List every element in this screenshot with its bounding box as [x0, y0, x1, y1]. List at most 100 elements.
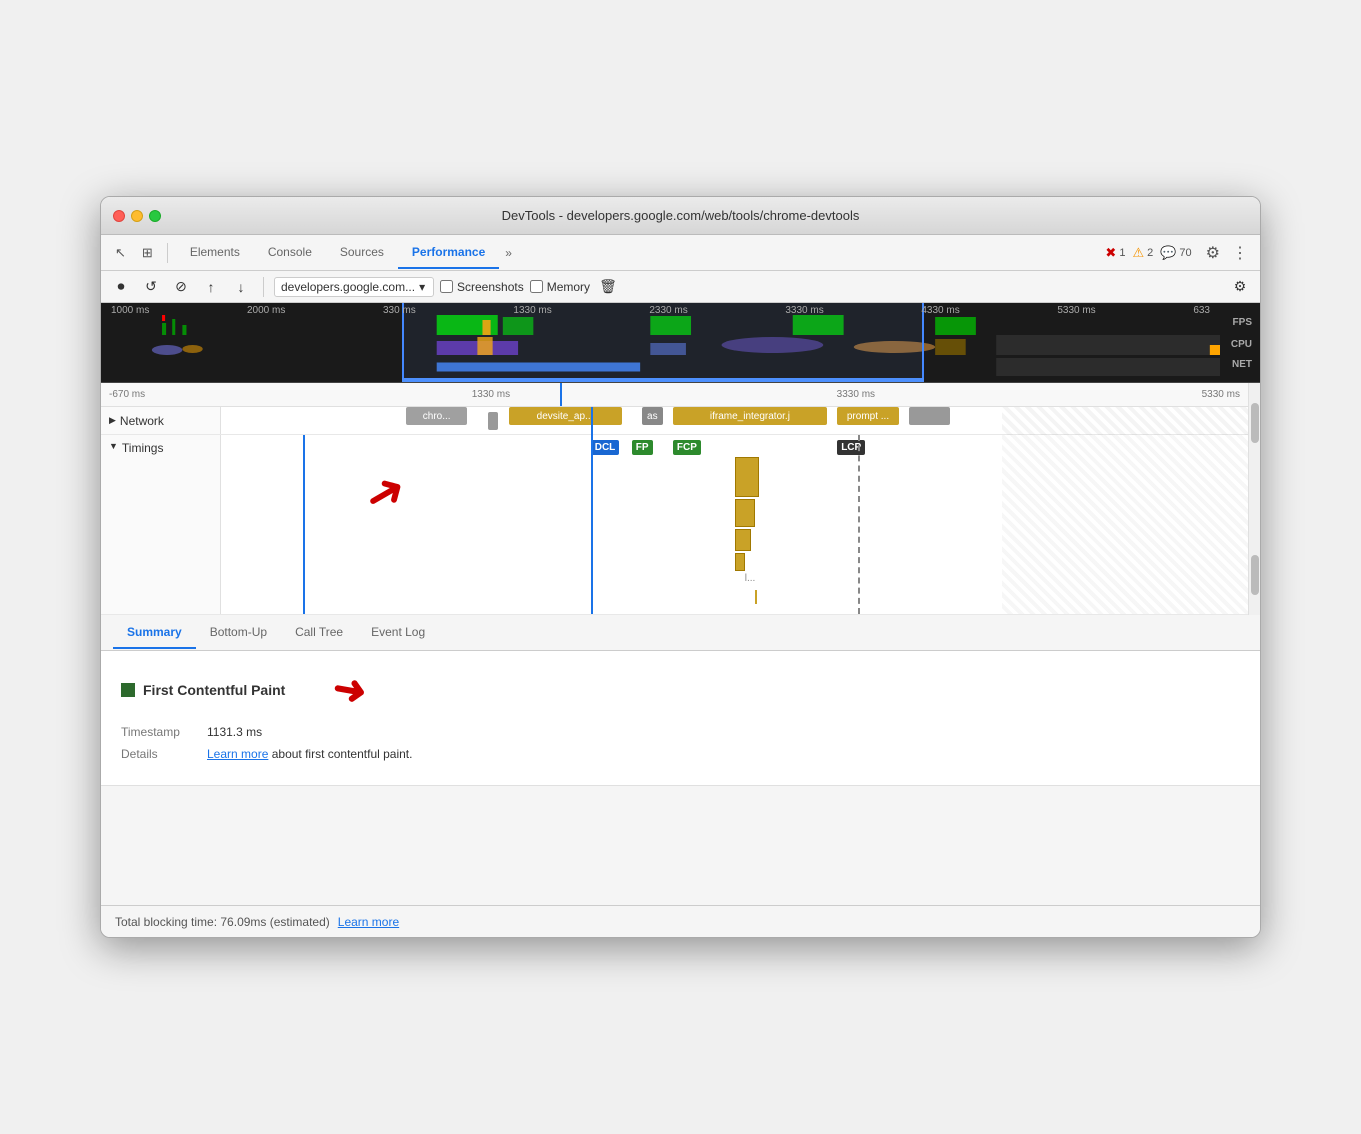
refresh-record-button[interactable]: ↺	[139, 275, 163, 299]
more-options-button[interactable]: ⋮	[1228, 239, 1252, 267]
network-cursor-line	[591, 407, 593, 435]
fcp-color-box	[121, 683, 135, 697]
net-block-prompt-label: prompt ...	[847, 411, 889, 422]
timeline-cursor-line	[560, 383, 562, 406]
selection-bar	[402, 378, 924, 382]
triangle-down-icon[interactable]: ▼	[109, 441, 118, 451]
timings-timeline-row: ▼ Timings DCL FP FCP	[101, 435, 1248, 615]
close-button[interactable]	[113, 210, 125, 222]
network-row-content: chro... devsite_ap... as iframe_integrat…	[221, 407, 1248, 435]
tab-sources[interactable]: Sources	[326, 237, 398, 269]
summary-details-row: Details Learn more about first contentfu…	[121, 747, 1240, 761]
window-title: DevTools - developers.google.com/web/too…	[502, 208, 860, 223]
message-count: 70	[1179, 247, 1191, 259]
timing-text-l: l...	[745, 573, 756, 584]
status-text: Total blocking time: 76.09ms (estimated)	[115, 915, 330, 929]
bottom-tabs: Summary Bottom-Up Call Tree Event Log	[101, 615, 1260, 651]
timing-bar-1	[735, 457, 759, 497]
tab-event-log[interactable]: Event Log	[357, 617, 439, 649]
hatched-region	[1002, 407, 1248, 435]
timings-label: Timings	[122, 441, 164, 455]
tab-call-tree[interactable]: Call Tree	[281, 617, 357, 649]
timing-bar-2	[735, 499, 755, 527]
timings-hatched	[1002, 435, 1248, 614]
more-tabs-button[interactable]: »	[499, 238, 518, 268]
net-block-prompt[interactable]: prompt ...	[837, 407, 899, 425]
performance-toolbar: ⏺ ↺ ⊘ ↑ ↓ developers.google.com... ▾ Scr…	[101, 271, 1260, 303]
tab-navigation: Elements Console Sources Performance »	[176, 237, 518, 269]
net-block-as[interactable]: as	[642, 407, 663, 425]
left-blue-bar	[303, 435, 305, 614]
net-block-iframe-label: iframe_integrator.j	[710, 411, 790, 422]
timeline-area-wrapper: -670 ms 1330 ms 3330 ms 5330 ms ▶ Networ…	[101, 383, 1260, 615]
red-arrow-timings: ➜	[353, 459, 416, 528]
cpu-label: CPU	[1231, 339, 1252, 350]
capture-settings-button[interactable]: ⚙	[1228, 275, 1252, 299]
net-block-grey[interactable]	[909, 407, 950, 425]
ruler-2330: 2330 ms	[649, 305, 687, 316]
url-display: developers.google.com... ▾	[274, 277, 434, 297]
scroll-thumb-top[interactable]	[1251, 403, 1259, 443]
lcp-label: LCP	[837, 440, 865, 455]
status-bar: Total blocking time: 76.09ms (estimated)…	[101, 905, 1260, 937]
net-block-as-label: as	[647, 411, 658, 422]
minimize-button[interactable]	[131, 210, 143, 222]
net-block-devsite-label: devsite_ap...	[537, 411, 594, 422]
title-bar: DevTools - developers.google.com/web/too…	[101, 197, 1260, 235]
net-block-chrome[interactable]: chro...	[406, 407, 468, 425]
trash-button[interactable]: 🗑	[596, 275, 620, 299]
warning-count: 2	[1147, 247, 1153, 259]
learn-more-link[interactable]: Learn more	[207, 747, 268, 761]
dcl-marker: DCL	[591, 439, 620, 453]
screenshots-checkbox-label[interactable]: Screenshots	[440, 280, 524, 294]
fcp-marker: FCP	[673, 439, 701, 453]
tab-bottom-up[interactable]: Bottom-Up	[196, 617, 281, 649]
stop-button[interactable]: ⊘	[169, 275, 193, 299]
lcp-marker: LCP	[837, 439, 865, 453]
toolbar-divider-1	[167, 243, 168, 263]
tab-elements[interactable]: Elements	[176, 237, 254, 269]
ruler-5330: 5330 ms	[1202, 389, 1240, 400]
warning-icon: ⚠	[1132, 245, 1144, 261]
screenshots-checkbox[interactable]	[440, 280, 453, 293]
devtools-window: DevTools - developers.google.com/web/too…	[100, 196, 1261, 938]
record-button[interactable]: ⏺	[109, 275, 133, 299]
lcp-dashed-line	[858, 435, 860, 614]
net-block-iframe[interactable]: iframe_integrator.j	[673, 407, 827, 425]
url-text: developers.google.com...	[281, 280, 415, 294]
network-label: Network	[120, 414, 164, 428]
timings-cursor-line	[591, 435, 593, 614]
settings-button[interactable]: ⚙	[1202, 239, 1224, 267]
dcl-label: DCL	[591, 440, 620, 455]
fp-label: FP	[632, 440, 653, 455]
layers-button[interactable]: ⊞	[136, 241, 159, 265]
triangle-right-icon[interactable]: ▶	[109, 415, 116, 426]
timeline-overview[interactable]: 1000 ms 2000 ms 330 ms 1330 ms 2330 ms 3…	[101, 303, 1260, 383]
toolbar-divider-2	[263, 277, 264, 297]
memory-checkbox[interactable]	[530, 280, 543, 293]
main-toolbar: ↖ ⊞ Elements Console Sources Performance…	[101, 235, 1260, 271]
chevron-down-icon[interactable]: ▾	[419, 280, 425, 294]
net-block-devsite[interactable]: devsite_ap...	[509, 407, 622, 425]
maximize-button[interactable]	[149, 210, 161, 222]
net-block-blue-small[interactable]	[488, 412, 498, 430]
tab-console[interactable]: Console	[254, 237, 326, 269]
timing-bar-small	[755, 590, 757, 604]
right-scrollbar[interactable]	[1248, 383, 1260, 615]
tab-performance[interactable]: Performance	[398, 237, 499, 269]
ruler-1330: 1330 ms	[513, 305, 551, 316]
timings-row-label: ▼ Timings	[101, 435, 221, 614]
error-count: 1	[1119, 247, 1125, 259]
timestamp-key: Timestamp	[121, 725, 191, 739]
details-text: Learn more about first contentful paint.	[207, 747, 412, 761]
timeline-area: -670 ms 1330 ms 3330 ms 5330 ms ▶ Networ…	[101, 383, 1248, 615]
memory-checkbox-label[interactable]: Memory	[530, 280, 590, 294]
net-block-chrome-label: chro...	[423, 411, 451, 422]
network-timeline-row: ▶ Network chro... devsite_ap... as	[101, 407, 1248, 435]
cursor-tool-button[interactable]: ↖	[109, 241, 132, 265]
scroll-thumb-bottom[interactable]	[1251, 555, 1259, 595]
tab-summary[interactable]: Summary	[113, 617, 196, 649]
upload-button[interactable]: ↑	[199, 275, 223, 299]
download-button[interactable]: ↓	[229, 275, 253, 299]
status-learn-more-link[interactable]: Learn more	[338, 915, 399, 929]
